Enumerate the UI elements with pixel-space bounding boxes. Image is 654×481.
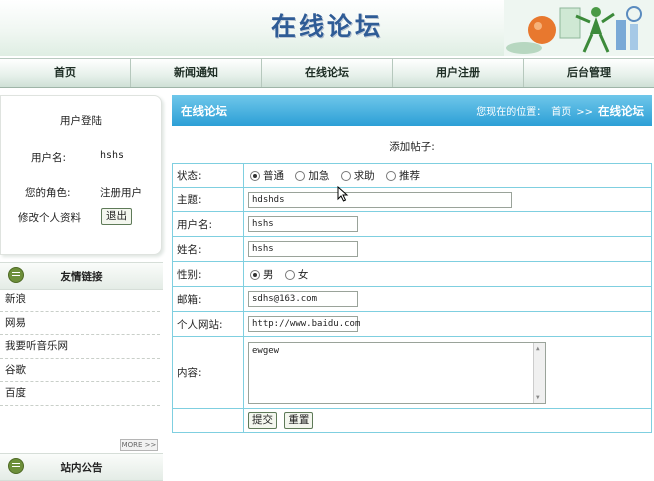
post-form: 状态: 普通 加急 求助 推荐 主题: hdshds 用户名: hshs 姓名:… <box>172 163 652 433</box>
radio-icon <box>340 171 351 181</box>
radio-icon <box>284 269 295 280</box>
content-label: 内容: <box>172 336 244 409</box>
edit-profile-link[interactable]: 修改个人资料 <box>18 210 81 225</box>
name-label: 姓名: <box>172 236 244 262</box>
radio-checked-icon <box>250 269 260 280</box>
website-input[interactable]: http://www.baidu.com <box>248 316 360 332</box>
nav-home[interactable]: 首页 <box>0 59 130 87</box>
form-caption: 添加帖子: <box>389 141 435 153</box>
radio-icon <box>295 171 306 181</box>
main-header-bar: 在线论坛 您现在的位置： 首页 >> 在线论坛 <box>172 95 652 126</box>
username-value: hshs <box>100 150 125 161</box>
role-label: 您的角色: <box>25 187 71 199</box>
friend-links-list: 新浪 网易 我要听音乐网 谷歌 百度 <box>0 288 160 406</box>
form-row-email: 邮箱: sdhs@163.com <box>172 286 652 312</box>
form-row-content: 内容: ewgew ▲ ▼ <box>172 336 652 409</box>
content-textarea[interactable]: ewgew ▲ ▼ <box>248 341 546 404</box>
friend-link-netease[interactable]: 网易 <box>0 312 160 336</box>
username-label: 用户名: <box>31 152 67 164</box>
form-row-gender: 性别: 男 女 <box>172 261 652 287</box>
main-content: 在线论坛 您现在的位置： 首页 >> 在线论坛 添加帖子: 状态: 普通 加急 … <box>172 95 652 467</box>
form-row-website: 个人网站: http://www.baidu.com <box>172 311 652 337</box>
username-field-label: 用户名: <box>172 211 244 237</box>
name-input[interactable]: hshs <box>248 241 358 257</box>
notice-section-header: 站内公告 <box>0 453 163 481</box>
subject-label: 主题: <box>172 187 244 212</box>
scroll-up-icon: ▲ <box>536 344 540 352</box>
reset-button[interactable]: 重置 <box>284 412 314 429</box>
nav-admin[interactable]: 后台管理 <box>523 59 654 87</box>
status-label: 状态: <box>172 163 244 188</box>
gender-label: 性别: <box>172 261 244 287</box>
friend-link-google[interactable]: 谷歌 <box>0 359 160 383</box>
breadcrumb-home[interactable]: 首页 <box>551 103 571 118</box>
textarea-scrollbar[interactable]: ▲ ▼ <box>533 342 545 403</box>
gender-option-male[interactable]: 男 <box>248 267 274 282</box>
links-section-title: 友情链接 <box>60 271 103 283</box>
scroll-down-icon: ▼ <box>536 393 540 401</box>
nav-register[interactable]: 用户注册 <box>392 59 523 87</box>
login-box: 用户登陆 用户名: hshs 您的角色: 注册用户 修改个人资料 退出 <box>0 95 162 255</box>
friend-link-baidu[interactable]: 百度 <box>0 382 160 406</box>
links-section-header: 友情链接 <box>0 262 163 290</box>
role-value: 注册用户 <box>100 187 142 199</box>
status-options: 普通 加急 求助 推荐 <box>243 163 652 188</box>
status-option-urgent[interactable]: 加急 <box>293 168 329 183</box>
email-input[interactable]: sdhs@163.com <box>248 291 358 307</box>
gender-options: 男 女 <box>243 261 652 287</box>
sidebar: 用户登陆 用户名: hshs 您的角色: 注册用户 修改个人资料 退出 友情链接… <box>0 95 163 481</box>
status-option-normal[interactable]: 普通 <box>248 168 284 183</box>
gender-option-female[interactable]: 女 <box>283 267 308 282</box>
actions-spacer <box>172 408 244 433</box>
username-input[interactable]: hshs <box>248 216 358 232</box>
radio-checked-icon <box>250 171 260 181</box>
email-label: 邮箱: <box>172 286 244 312</box>
website-label: 个人网站: <box>172 311 244 337</box>
site-header: 在线论坛 <box>0 0 654 56</box>
form-row-subject: 主题: hdshds <box>172 187 652 212</box>
mouse-pointer-icon <box>337 186 349 202</box>
breadcrumb-prefix: 您现在的位置： <box>476 107 547 118</box>
main-title: 在线论坛 <box>181 104 227 118</box>
login-title: 用户登陆 <box>60 115 102 127</box>
radio-icon <box>386 171 397 181</box>
friend-link-sina[interactable]: 新浪 <box>0 288 160 312</box>
notice-section-title: 站内公告 <box>60 462 103 474</box>
content-text: ewgew <box>252 345 280 356</box>
status-option-recommend[interactable]: 推荐 <box>384 168 420 183</box>
header-decoration-image <box>504 0 654 56</box>
more-button[interactable]: MORE >> <box>120 439 158 451</box>
main-nav: 首页 新闻通知 在线论坛 用户注册 后台管理 <box>0 58 654 88</box>
logout-button[interactable]: 退出 <box>101 208 132 225</box>
nav-news[interactable]: 新闻通知 <box>130 59 261 87</box>
form-row-actions: 提交 重置 <box>172 408 652 433</box>
nav-forum[interactable]: 在线论坛 <box>261 59 392 87</box>
form-row-name: 姓名: hshs <box>172 236 652 262</box>
form-row-status: 状态: 普通 加急 求助 推荐 <box>172 163 652 188</box>
friend-link-music[interactable]: 我要听音乐网 <box>0 335 160 359</box>
submit-button[interactable]: 提交 <box>248 412 277 429</box>
breadcrumb-current: 在线论坛 <box>598 104 644 118</box>
form-row-username: 用户名: hshs <box>172 211 652 237</box>
status-option-help[interactable]: 求助 <box>339 168 375 183</box>
subject-input[interactable]: hdshds <box>248 191 512 208</box>
breadcrumb: 您现在的位置： 首页 >> 在线论坛 <box>476 103 644 119</box>
breadcrumb-separator: >> <box>576 107 593 118</box>
